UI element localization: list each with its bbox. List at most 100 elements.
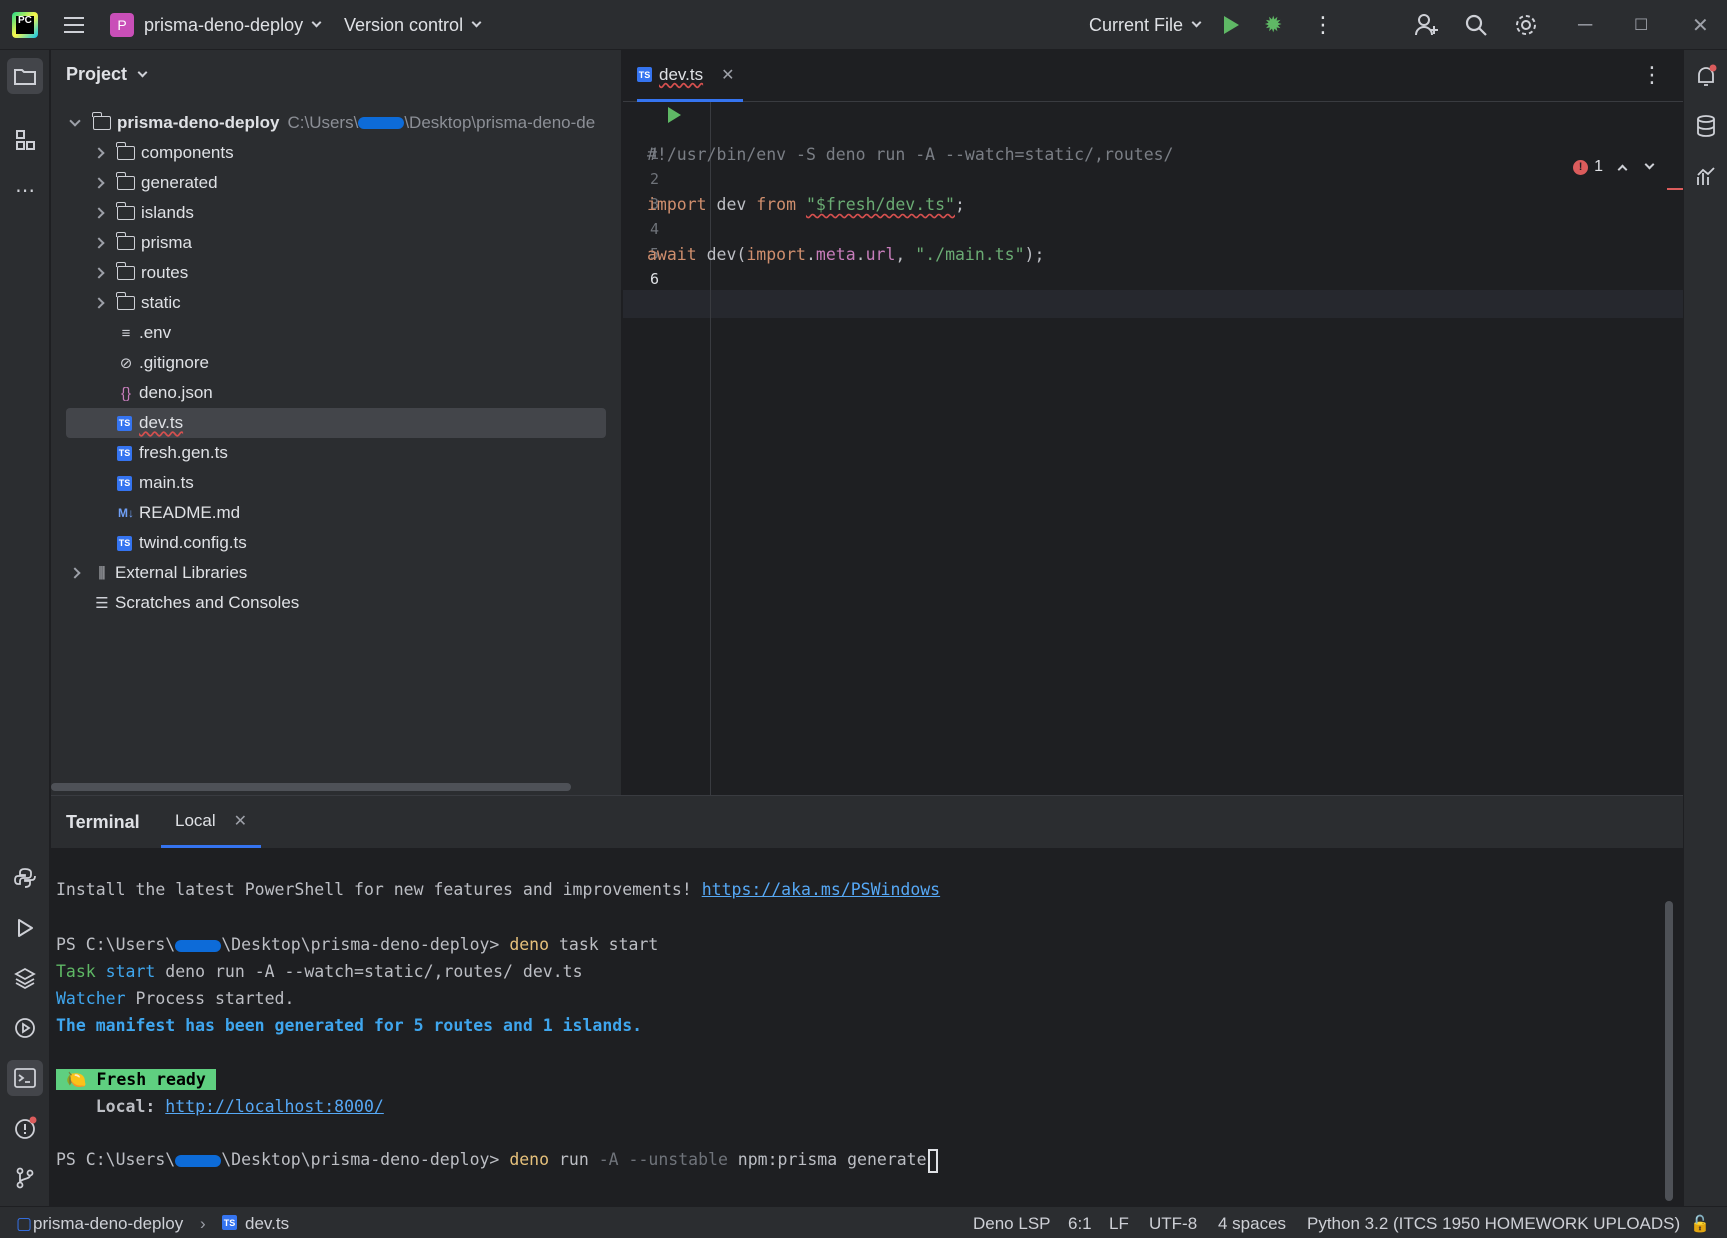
horizontal-scrollbar[interactable]: [51, 783, 571, 791]
tree-item-env[interactable]: ≡ .env: [117, 318, 172, 348]
install-link[interactable]: https://aka.ms/PSWindows: [702, 880, 940, 899]
typescript-icon: TS: [222, 1215, 237, 1230]
run-button[interactable]: [1224, 0, 1239, 50]
close-tab-icon[interactable]: ✕: [234, 811, 247, 831]
expand-arrow-icon[interactable]: [93, 177, 105, 189]
expand-arrow-icon[interactable]: [93, 237, 105, 249]
expand-arrow-icon[interactable]: [69, 567, 81, 579]
file-encoding[interactable]: UTF-8: [1149, 1214, 1197, 1234]
indent-setting[interactable]: 4 spaces: [1218, 1214, 1286, 1234]
terminal-tool-button[interactable]: [7, 1060, 43, 1096]
folder-icon: [116, 142, 135, 160]
tree-item-islands[interactable]: islands: [93, 198, 194, 228]
tree-external-libraries[interactable]: ⫼ External Libraries: [69, 558, 248, 588]
tree-item-static[interactable]: static: [93, 288, 181, 318]
tree-item-routes[interactable]: routes: [93, 258, 188, 288]
notifications-button[interactable]: [1692, 62, 1720, 90]
error-indicator[interactable]: ! 1: [1573, 158, 1655, 176]
project-switcher[interactable]: P prisma-deno-deploy: [110, 0, 322, 50]
tab-dev-ts[interactable]: TS dev.ts ✕: [637, 50, 743, 102]
add-user-button[interactable]: [1414, 0, 1440, 50]
bug-icon: ✹: [1264, 12, 1283, 37]
sciview-button[interactable]: [1692, 162, 1720, 190]
tree-root[interactable]: prisma-deno-deploy C:\Users\ \Desktop\pri…: [69, 108, 595, 138]
tree-item-deno-json[interactable]: {} deno.json: [117, 378, 213, 408]
play-icon: [18, 919, 33, 937]
expand-arrow-icon[interactable]: [93, 147, 105, 159]
structure-tool-button[interactable]: [7, 122, 43, 158]
typescript-icon: TS: [117, 475, 132, 491]
git-tool-button[interactable]: [7, 1160, 43, 1196]
more-actions-button[interactable]: ⋮: [1312, 0, 1334, 50]
cmd-args: task start: [549, 935, 659, 954]
breadcrumb-project[interactable]: prisma-deno-deploy: [33, 1214, 183, 1234]
run-config-selector[interactable]: Current File: [1089, 0, 1202, 50]
chevron-down-icon: [137, 67, 148, 77]
next-error-icon[interactable]: [1644, 159, 1655, 170]
structure-icon: [16, 130, 35, 150]
tree-item-label: .env: [139, 323, 172, 342]
lsp-status[interactable]: Deno LSP: [973, 1214, 1051, 1234]
more-tools-button[interactable]: ⋯: [7, 172, 43, 208]
tree-item-fresh-gen-ts[interactable]: TS fresh.gen.ts: [117, 438, 228, 468]
run-tool-button[interactable]: [7, 910, 43, 946]
terminal-title: Terminal: [66, 812, 140, 832]
expand-arrow-icon[interactable]: [93, 267, 105, 279]
tree-item-prisma[interactable]: prisma: [93, 228, 192, 258]
project-tool-button[interactable]: [7, 58, 43, 94]
tree-scratches[interactable]: ☰ Scratches and Consoles: [93, 588, 299, 618]
gear-icon: [1516, 15, 1536, 35]
terminal-scrollbar[interactable]: [1665, 901, 1673, 1201]
vcs-menu[interactable]: Version control: [344, 0, 482, 50]
terminal-line-prompt-2[interactable]: PS C:\Users\ \Desktop\prisma-deno-deploy>…: [56, 1146, 938, 1173]
lock-icon[interactable]: 🔓: [1690, 1214, 1710, 1234]
tab-local[interactable]: Local ✕: [161, 796, 262, 848]
python-console-button[interactable]: [7, 860, 43, 896]
tree-item-main-ts[interactable]: TS main.ts: [117, 468, 194, 498]
search-button[interactable]: [1464, 0, 1488, 50]
tree-item-twind-config-ts[interactable]: TS twind.config.ts: [117, 528, 247, 558]
tree-item-dev-ts[interactable]: TS dev.ts: [66, 408, 606, 438]
localhost-link[interactable]: http://localhost:8000/: [165, 1097, 384, 1116]
main-menu-icon[interactable]: [62, 0, 86, 50]
code-token: "./main.ts": [915, 245, 1025, 264]
expand-arrow-icon[interactable]: [93, 207, 105, 219]
layers-tool-button[interactable]: [7, 960, 43, 996]
python-interpreter[interactable]: Python 3.2 (ITCS 1950 HOMEWORK UPLOADS): [1307, 1214, 1680, 1234]
settings-button[interactable]: [1514, 0, 1538, 50]
minimize-button[interactable]: ─: [1578, 0, 1592, 50]
tree-item-components[interactable]: components: [93, 138, 234, 168]
maximize-button[interactable]: ☐: [1634, 0, 1648, 50]
task-name: start: [95, 962, 156, 981]
project-panel-header[interactable]: Project: [66, 64, 148, 85]
editor-more-icon[interactable]: ⋮: [1641, 62, 1663, 88]
database-button[interactable]: [1692, 112, 1720, 140]
prev-error-icon[interactable]: [1617, 164, 1628, 174]
external-libraries-label: External Libraries: [115, 563, 248, 582]
breadcrumb-file[interactable]: dev.ts: [245, 1214, 289, 1234]
install-text: Install the latest PowerShell for new fe…: [56, 880, 702, 899]
tree-item-generated[interactable]: generated: [93, 168, 218, 198]
close-button[interactable]: ✕: [1692, 0, 1709, 50]
run-config-label: Current File: [1089, 14, 1184, 35]
code-token: import: [746, 245, 806, 264]
scratches-label: Scratches and Consoles: [115, 593, 300, 612]
expand-arrow-icon[interactable]: [93, 297, 105, 309]
tree-item-readme-md[interactable]: M↓ README.md: [117, 498, 240, 528]
terminal-icon: [14, 1068, 36, 1088]
services-tool-button[interactable]: [7, 1010, 43, 1046]
problems-tool-button[interactable]: [7, 1110, 43, 1146]
expand-arrow-icon[interactable]: [69, 115, 81, 127]
code-token: #!/usr/bin/env -S deno run -A --watch=st…: [647, 145, 1174, 164]
line-separator[interactable]: LF: [1109, 1214, 1129, 1234]
folder-icon: [116, 292, 135, 310]
tree-item-gitignore[interactable]: ⊘ .gitignore: [117, 348, 209, 378]
debug-button[interactable]: ✹: [1264, 0, 1282, 50]
cursor-position[interactable]: 6:1: [1068, 1214, 1092, 1234]
close-tab-icon[interactable]: ✕: [721, 65, 734, 85]
code-token: ,: [895, 245, 916, 264]
run-gutter-icon[interactable]: [668, 107, 681, 123]
error-stripe-mark[interactable]: [1667, 188, 1683, 190]
tree-item-label: .gitignore: [139, 353, 209, 372]
